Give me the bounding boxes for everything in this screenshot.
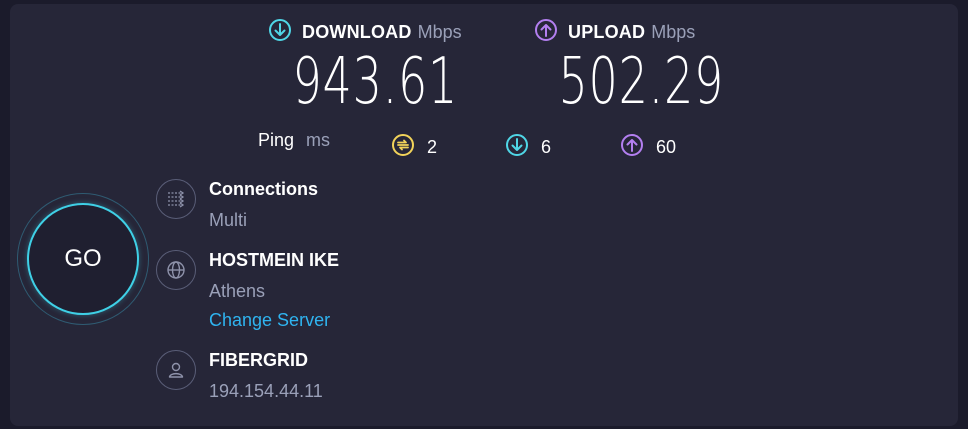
upload-icon	[534, 18, 558, 47]
download-icon	[268, 18, 292, 47]
connections-value: Multi	[209, 210, 248, 230]
provider-ip: 194.154.44.11	[209, 381, 323, 401]
upload-metric: UPLOAD Mbps 502.29	[534, 18, 754, 117]
change-server-link[interactable]: Change Server	[209, 310, 339, 331]
ping-idle-value: 2	[427, 137, 438, 157]
ping-download-value: 6	[541, 137, 552, 157]
ping-unit: ms	[306, 130, 331, 150]
download-unit: Mbps	[417, 22, 462, 42]
globe-icon	[156, 250, 196, 290]
download-value: 943.61	[292, 45, 459, 119]
download-metric: DOWNLOAD Mbps 943.61	[268, 18, 488, 117]
upload-unit: Mbps	[651, 22, 696, 42]
ping-upload-value: 60	[656, 137, 677, 157]
go-button[interactable]: GO	[27, 203, 139, 315]
ping-upload: 60	[620, 133, 676, 162]
provider-name: FIBERGRID	[209, 350, 308, 370]
connections-icon[interactable]	[156, 179, 196, 219]
upload-label: UPLOAD	[568, 22, 646, 42]
ping-idle: 2	[391, 133, 437, 162]
download-label: DOWNLOAD	[302, 22, 412, 42]
ping-label: Ping	[258, 130, 295, 150]
ping-idle-icon	[391, 133, 415, 162]
ping-download: 6	[505, 133, 551, 162]
connections-title: Connections	[209, 179, 319, 199]
server-name: HOSTMEIN IKE	[209, 250, 340, 270]
ping-download-icon	[505, 133, 529, 162]
server-location: Athens	[209, 281, 266, 301]
upload-value: 502.29	[558, 45, 725, 119]
user-icon	[156, 350, 196, 390]
ping-upload-icon	[620, 133, 644, 162]
ping-row: Ping ms	[258, 130, 330, 151]
